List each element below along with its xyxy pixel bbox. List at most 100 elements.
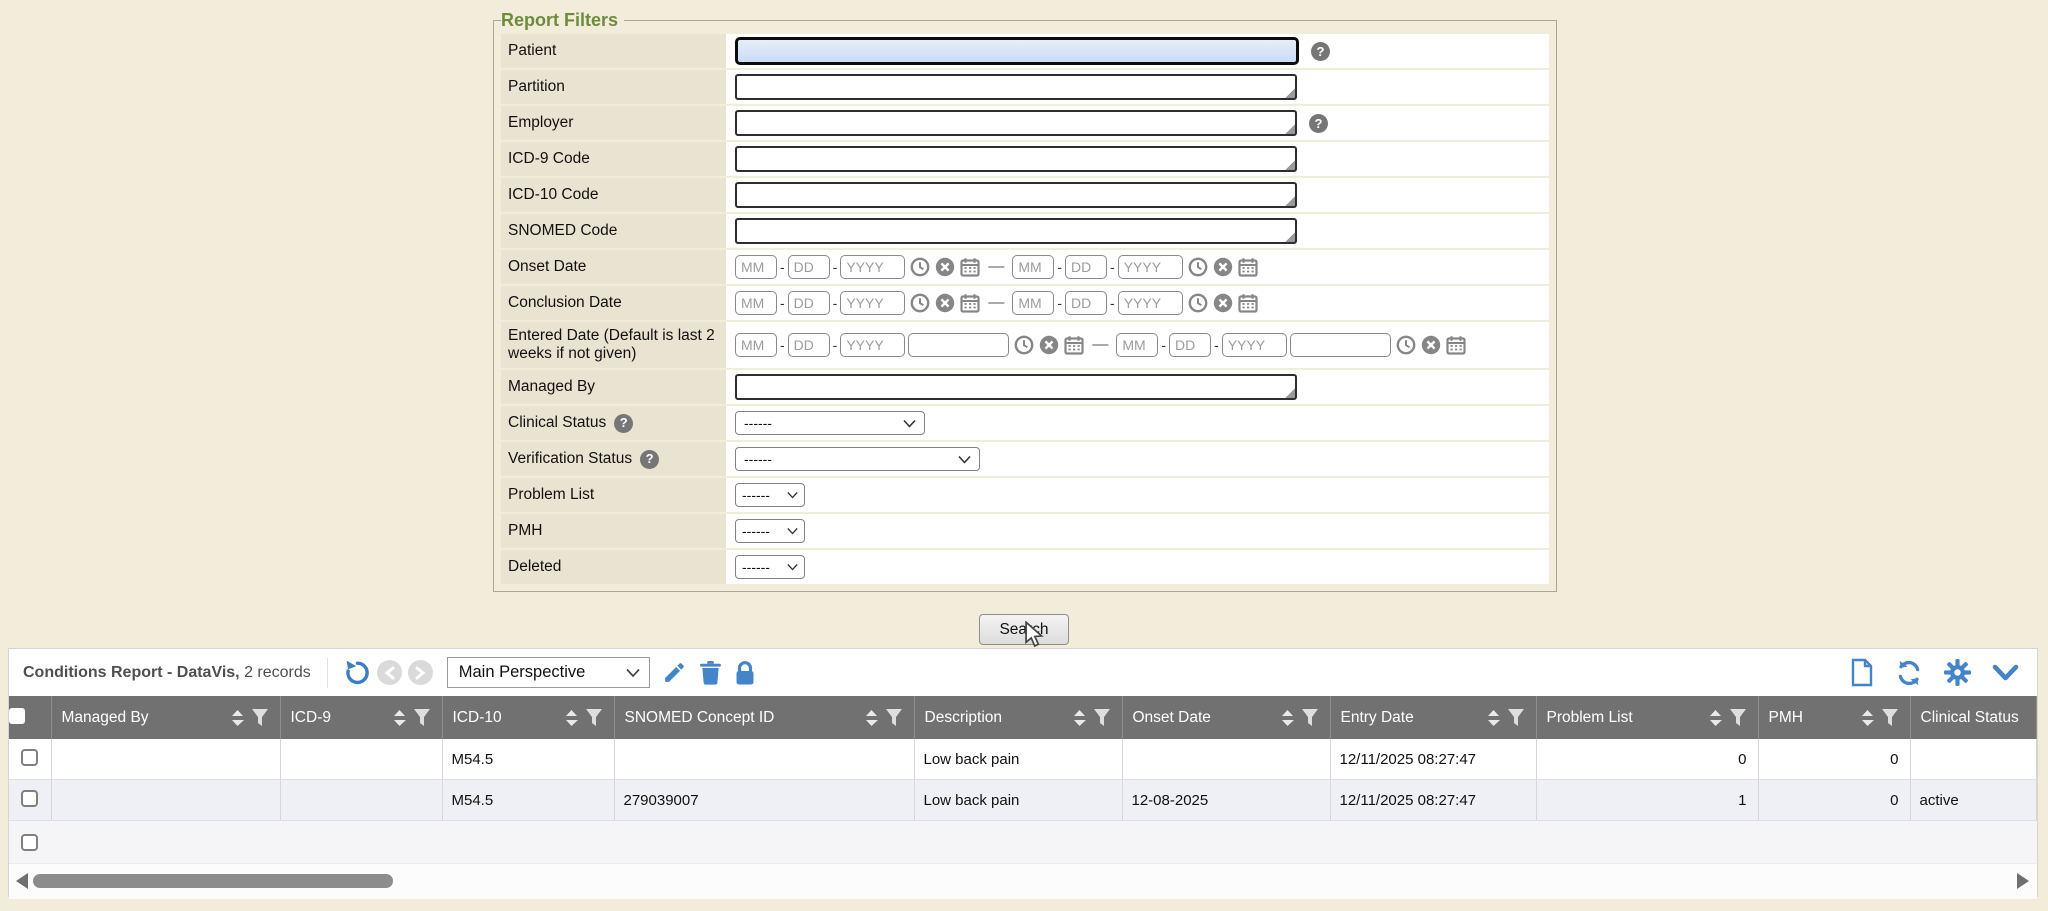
- collapse-chevron-icon[interactable]: [1992, 664, 2019, 682]
- calendar-icon[interactable]: [960, 257, 980, 277]
- clock-icon[interactable]: [1396, 335, 1416, 355]
- employer-input[interactable]: [735, 110, 1297, 136]
- delete-perspective-icon[interactable]: [699, 660, 722, 685]
- sort-icon[interactable]: [231, 709, 244, 727]
- entered-start-dd-input[interactable]: [788, 333, 830, 357]
- problem-list-select[interactable]: ------: [735, 483, 805, 507]
- clinical-status-select[interactable]: ------: [735, 411, 925, 435]
- conclusion-end-mm-input[interactable]: [1012, 291, 1054, 315]
- footer-row-checkbox[interactable]: [21, 834, 38, 851]
- column-header-problem-list[interactable]: Problem List: [1547, 709, 1701, 727]
- horizontal-scrollbar[interactable]: [9, 863, 2037, 899]
- conclusion-end-yyyy-input[interactable]: [1118, 291, 1183, 315]
- clear-icon[interactable]: [1039, 335, 1059, 355]
- select-all-checkbox[interactable]: [9, 708, 25, 724]
- row-checkbox[interactable]: [21, 790, 38, 807]
- search-button[interactable]: Search: [979, 614, 1069, 645]
- filter-icon[interactable]: [1508, 709, 1524, 726]
- sort-icon[interactable]: [1709, 709, 1722, 727]
- partition-input[interactable]: [735, 74, 1297, 100]
- new-document-icon[interactable]: [1850, 658, 1874, 687]
- managed-by-input[interactable]: [735, 374, 1297, 400]
- entered-end-dd-input[interactable]: [1169, 333, 1211, 357]
- previous-perspective-icon[interactable]: [377, 660, 402, 685]
- column-header-entry-date[interactable]: Entry Date: [1341, 709, 1479, 727]
- clear-icon[interactable]: [1213, 293, 1233, 313]
- employer-help-icon[interactable]: ?: [1309, 114, 1328, 133]
- clear-icon[interactable]: [1213, 257, 1233, 277]
- column-header-description[interactable]: Description: [925, 709, 1065, 727]
- onset-end-dd-input[interactable]: [1065, 255, 1107, 279]
- clock-icon[interactable]: [1188, 293, 1208, 313]
- filter-icon[interactable]: [1094, 709, 1110, 726]
- icd10-input[interactable]: [735, 182, 1297, 208]
- clear-icon[interactable]: [1421, 335, 1441, 355]
- deleted-select[interactable]: ------: [735, 555, 805, 579]
- filter-icon[interactable]: [252, 709, 268, 726]
- column-header-clinical-status[interactable]: Clinical Status: [1921, 709, 2025, 727]
- sort-icon[interactable]: [565, 709, 578, 727]
- patient-input[interactable]: [735, 37, 1299, 65]
- next-perspective-icon[interactable]: [408, 660, 433, 685]
- sort-icon[interactable]: [1487, 709, 1500, 727]
- conclusion-start-dd-input[interactable]: [788, 291, 830, 315]
- filter-icon[interactable]: [414, 709, 430, 726]
- filter-icon[interactable]: [586, 709, 602, 726]
- onset-end-mm-input[interactable]: [1012, 255, 1054, 279]
- clock-icon[interactable]: [910, 257, 930, 277]
- onset-start-mm-input[interactable]: [735, 255, 777, 279]
- calendar-icon[interactable]: [1238, 257, 1258, 277]
- clear-icon[interactable]: [935, 293, 955, 313]
- snomed-input[interactable]: [735, 218, 1297, 244]
- sort-icon[interactable]: [865, 709, 878, 727]
- entered-start-time-input[interactable]: [908, 333, 1009, 357]
- row-checkbox[interactable]: [21, 749, 38, 766]
- column-header-onset-date[interactable]: Onset Date: [1133, 709, 1273, 727]
- entered-end-time-input[interactable]: [1290, 333, 1391, 357]
- calendar-icon[interactable]: [1064, 335, 1084, 355]
- calendar-icon[interactable]: [960, 293, 980, 313]
- patient-help-icon[interactable]: ?: [1311, 42, 1330, 61]
- filter-icon[interactable]: [1882, 709, 1898, 726]
- column-header-managed-by[interactable]: Managed By: [62, 709, 223, 727]
- edit-perspective-icon[interactable]: [662, 660, 687, 685]
- filter-icon[interactable]: [1302, 709, 1318, 726]
- onset-start-dd-input[interactable]: [788, 255, 830, 279]
- entered-start-mm-input[interactable]: [735, 333, 777, 357]
- sort-icon[interactable]: [1073, 709, 1086, 727]
- scroll-right-arrow[interactable]: [2017, 873, 2029, 889]
- sort-icon[interactable]: [1861, 709, 1874, 727]
- clock-icon[interactable]: [1188, 257, 1208, 277]
- clock-icon[interactable]: [910, 293, 930, 313]
- scroll-left-arrow[interactable]: [16, 873, 28, 889]
- column-header-snomed[interactable]: SNOMED Concept ID: [625, 709, 857, 727]
- filter-icon[interactable]: [1730, 709, 1746, 726]
- onset-end-yyyy-input[interactable]: [1118, 255, 1183, 279]
- clear-icon[interactable]: [935, 257, 955, 277]
- column-header-icd9[interactable]: ICD-9: [291, 709, 385, 727]
- undo-icon[interactable]: [344, 659, 371, 686]
- entered-start-yyyy-input[interactable]: [840, 333, 905, 357]
- refresh-icon[interactable]: [1895, 659, 1923, 687]
- column-header-icd10[interactable]: ICD-10: [453, 709, 557, 727]
- verification-status-select[interactable]: ------: [735, 447, 980, 471]
- verification-status-help-icon[interactable]: ?: [640, 450, 659, 469]
- pmh-select[interactable]: ------: [735, 519, 805, 543]
- calendar-icon[interactable]: [1238, 293, 1258, 313]
- conclusion-start-yyyy-input[interactable]: [840, 291, 905, 315]
- column-header-pmh[interactable]: PMH: [1769, 709, 1853, 727]
- calendar-icon[interactable]: [1446, 335, 1466, 355]
- conclusion-start-mm-input[interactable]: [735, 291, 777, 315]
- entered-end-yyyy-input[interactable]: [1222, 333, 1287, 357]
- perspective-select[interactable]: Main Perspective: [447, 657, 650, 688]
- filter-icon[interactable]: [886, 709, 902, 726]
- lock-perspective-icon[interactable]: [734, 660, 756, 686]
- onset-start-yyyy-input[interactable]: [840, 255, 905, 279]
- settings-gear-icon[interactable]: [1944, 659, 1971, 686]
- conclusion-end-dd-input[interactable]: [1065, 291, 1107, 315]
- sort-icon[interactable]: [393, 709, 406, 727]
- sort-icon[interactable]: [1281, 709, 1294, 727]
- clinical-status-help-icon[interactable]: ?: [614, 414, 633, 433]
- clock-icon[interactable]: [1014, 335, 1034, 355]
- entered-end-mm-input[interactable]: [1116, 333, 1158, 357]
